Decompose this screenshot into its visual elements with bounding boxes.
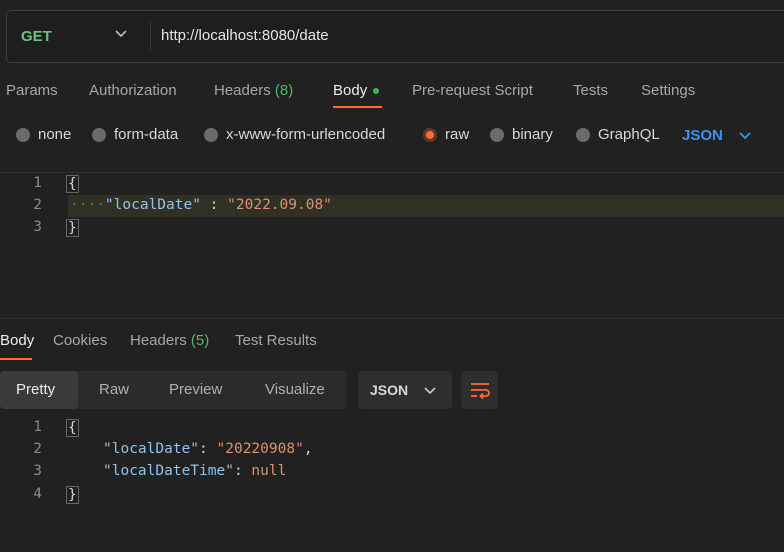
chevron-down-icon[interactable]: [113, 25, 129, 41]
json-key: "localDate": [103, 441, 200, 457]
radio-label: none: [38, 126, 72, 143]
response-headers-count-badge: (5): [190, 332, 210, 349]
radio-label: raw: [445, 126, 470, 143]
json-line: "localDateTime": null: [103, 463, 286, 479]
tab-headers-label: Headers: [214, 82, 271, 99]
method-select[interactable]: GET: [21, 28, 52, 45]
active-tab-indicator: [333, 106, 382, 108]
view-pretty-button[interactable]: Pretty: [16, 381, 55, 398]
json-colon: :: [233, 463, 252, 479]
radio-form-data[interactable]: form-data: [92, 126, 178, 143]
chevron-down-icon[interactable]: [738, 128, 752, 142]
json-key: "localDateTime": [103, 463, 234, 479]
json-colon: :: [200, 197, 228, 213]
line-number: 1: [33, 175, 42, 191]
radio-label: x-www-form-urlencoded: [226, 126, 386, 143]
json-comma: ,: [303, 441, 313, 457]
radio-circle: [204, 127, 218, 142]
headers-count-badge: (8): [274, 82, 294, 99]
radio-circle-selected: [423, 127, 437, 142]
radio-circle: [576, 127, 590, 142]
divider: [0, 172, 784, 173]
json-colon: :: [199, 441, 217, 457]
active-tab-indicator: [0, 358, 32, 360]
body-format-dropdown[interactable]: JSON: [682, 127, 723, 144]
radio-raw[interactable]: raw: [423, 126, 469, 143]
radio-circle: [16, 127, 30, 142]
tab-authorization[interactable]: Authorization: [89, 82, 177, 99]
response-tab-cookies[interactable]: Cookies: [53, 332, 107, 349]
url-input[interactable]: http://localhost:8080/date: [161, 27, 329, 44]
tab-body-label: Body: [333, 82, 368, 99]
tab-headers[interactable]: Headers (8): [214, 82, 293, 99]
response-tab-headers[interactable]: Headers (5): [130, 332, 209, 349]
wrap-lines-icon: [471, 383, 490, 400]
tab-body[interactable]: Body: [333, 82, 380, 99]
tab-tests[interactable]: Tests: [573, 82, 608, 99]
line-number: 3: [33, 463, 42, 479]
radio-graphql[interactable]: GraphQL: [576, 126, 660, 143]
close-brace: }: [66, 219, 79, 237]
radio-label: GraphQL: [598, 126, 660, 143]
response-tab-body[interactable]: Body: [0, 332, 34, 349]
response-tab-test-results[interactable]: Test Results: [235, 332, 317, 349]
body-modified-dot: [373, 88, 380, 95]
radio-circle: [92, 127, 106, 142]
json-value: "20220908": [216, 441, 304, 457]
divider: [150, 21, 151, 51]
chevron-down-icon: [424, 387, 436, 395]
view-preview-button[interactable]: Preview: [169, 381, 222, 398]
tab-pre-request-script[interactable]: Pre-request Script: [412, 82, 533, 99]
radio-circle: [490, 127, 504, 142]
radio-label: binary: [512, 126, 553, 143]
open-brace: {: [66, 419, 79, 437]
json-line[interactable]: ····"localDate" : "2022.09.08": [70, 197, 332, 213]
json-value: "2022.09.08": [227, 197, 332, 213]
tab-settings[interactable]: Settings: [641, 82, 695, 99]
json-value: null: [251, 463, 287, 479]
radio-none[interactable]: none: [16, 126, 71, 143]
radio-label: form-data: [114, 126, 179, 143]
view-visualize-button[interactable]: Visualize: [265, 381, 325, 398]
line-number: 2: [33, 197, 42, 213]
line-number: 4: [33, 486, 42, 502]
json-line: "localDate": "20220908",: [103, 441, 313, 457]
response-format-label: JSON: [370, 382, 409, 398]
line-number: 2: [33, 441, 42, 457]
indent-guide: ····: [70, 197, 105, 213]
panel-divider[interactable]: [0, 318, 784, 319]
request-bar: GET http://localhost:8080/date: [6, 10, 784, 63]
close-brace: }: [66, 486, 79, 504]
view-raw-button[interactable]: Raw: [99, 381, 129, 398]
json-key: "localDate": [104, 197, 201, 213]
open-brace: {: [66, 175, 79, 193]
radio-x-www-form-urlencoded[interactable]: x-www-form-urlencoded: [204, 126, 385, 143]
tab-params[interactable]: Params: [6, 82, 58, 99]
response-tab-headers-label: Headers: [130, 332, 187, 349]
line-number: 3: [33, 219, 42, 235]
line-number: 1: [33, 419, 42, 435]
radio-binary[interactable]: binary: [490, 126, 553, 143]
